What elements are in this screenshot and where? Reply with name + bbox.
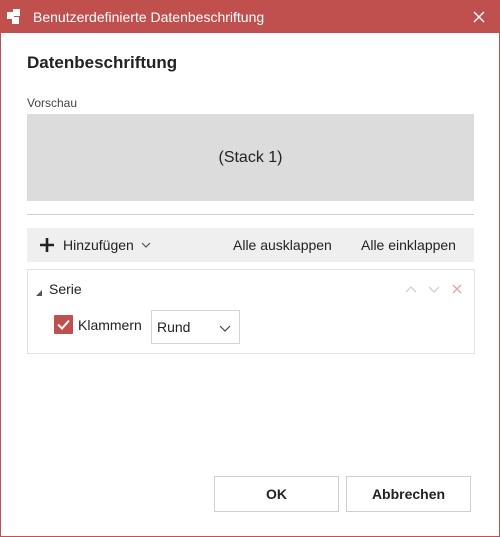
checkmark-icon: [57, 319, 70, 330]
separator: [27, 214, 474, 215]
preview-text: (Stack 1): [218, 148, 283, 166]
series-panel: Serie Klammern Rund: [27, 269, 475, 354]
add-button[interactable]: Hinzufügen: [39, 228, 151, 262]
cancel-button-label: Abbrechen: [371, 486, 446, 502]
brackets-label: Klammern: [78, 317, 142, 333]
chevron-down-icon: [219, 325, 231, 332]
window-title: Benutzerdefinierte Datenbeschriftung: [33, 9, 265, 25]
move-down-icon[interactable]: [427, 282, 441, 296]
cancel-button[interactable]: Abbrechen: [346, 476, 471, 512]
dialog-heading: Datenbeschriftung: [27, 53, 178, 72]
caret-icon[interactable]: [34, 285, 44, 296]
close-button[interactable]: [459, 1, 499, 33]
bracket-style-select[interactable]: Rund: [151, 310, 240, 344]
add-button-label: Hinzufügen: [63, 237, 134, 253]
bracket-style-value: Rund: [157, 319, 191, 335]
app-icon: [7, 9, 23, 25]
move-up-icon[interactable]: [404, 282, 418, 296]
title-bar[interactable]: Benutzerdefinierte Datenbeschriftung: [1, 1, 499, 33]
preview-box: (Stack 1): [27, 114, 474, 201]
collapse-all-button[interactable]: Alle einklappen: [361, 228, 456, 262]
dialog-window: Benutzerdefinierte Datenbeschriftung Dat…: [0, 0, 500, 537]
chevron-down-icon: [141, 242, 151, 248]
preview-label: Vorschau: [27, 96, 78, 110]
brackets-checkbox[interactable]: [54, 315, 73, 334]
row-actions: [404, 282, 464, 296]
series-label: Serie: [49, 281, 82, 297]
ok-button-label: OK: [266, 486, 287, 502]
ok-button[interactable]: OK: [214, 476, 339, 512]
expand-all-button[interactable]: Alle ausklappen: [233, 228, 332, 262]
toolbar: Hinzufügen Alle ausklappen Alle einklapp…: [27, 228, 474, 262]
plus-icon: [40, 238, 54, 252]
delete-icon[interactable]: [450, 282, 464, 296]
close-icon: [473, 11, 485, 23]
